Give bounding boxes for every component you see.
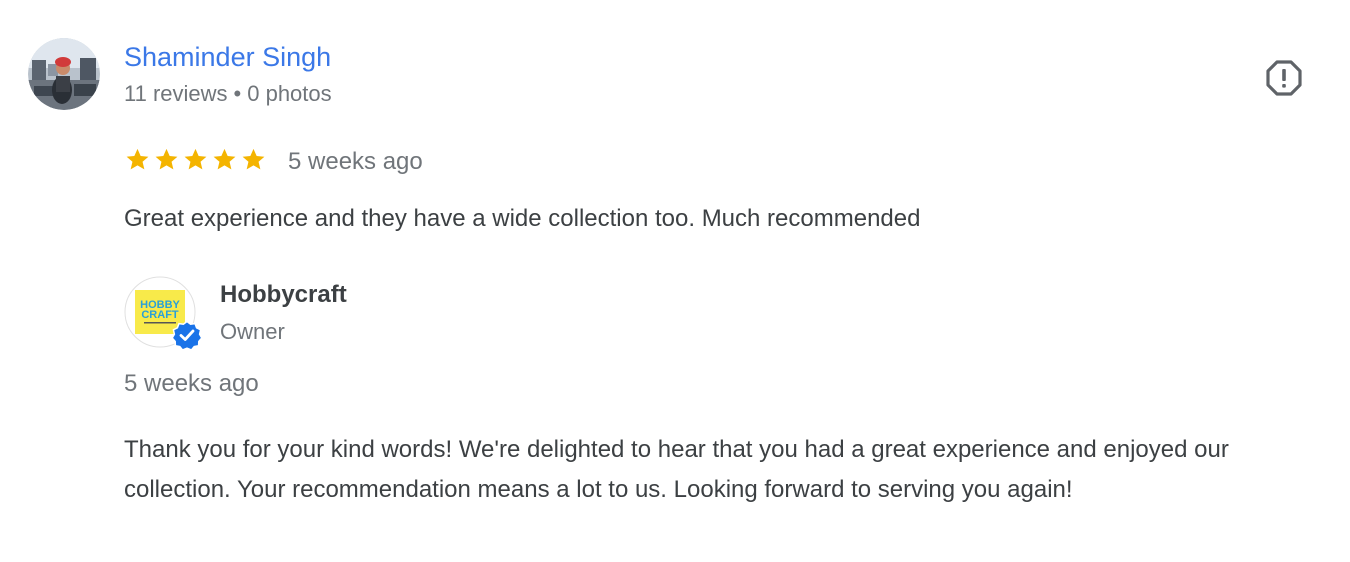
reviewer-meta: 11 reviews • 0 photos bbox=[124, 81, 332, 107]
verified-badge-icon bbox=[172, 320, 202, 350]
owner-name: Hobbycraft bbox=[220, 281, 347, 308]
meta-separator: • bbox=[233, 81, 242, 106]
photos-count: 0 photos bbox=[247, 81, 332, 106]
star-icon bbox=[242, 148, 265, 170]
report-review-button[interactable] bbox=[1264, 58, 1304, 98]
review-text: Great experience and they have a wide co… bbox=[124, 205, 921, 232]
reviewer-avatar[interactable] bbox=[28, 38, 100, 110]
star-icon bbox=[213, 148, 236, 170]
reviewer-name-link[interactable]: Shaminder Singh bbox=[124, 42, 331, 73]
star-icon bbox=[184, 148, 207, 170]
owner-role: Owner bbox=[220, 319, 285, 344]
reviews-count: 11 reviews bbox=[124, 81, 228, 106]
star-rating bbox=[124, 146, 267, 173]
review-card: Shaminder Singh 11 reviews • 0 photos 5 we… bbox=[0, 0, 1350, 562]
avatar-photo-icon bbox=[28, 38, 100, 110]
owner-logo[interactable]: HOBBY CRAFT bbox=[124, 276, 202, 350]
reply-text: Thank you for your kind words! We're del… bbox=[124, 436, 1229, 503]
report-flag-icon bbox=[1266, 60, 1302, 96]
star-icon bbox=[155, 148, 178, 170]
review-time: 5 weeks ago bbox=[288, 148, 423, 175]
star-icon bbox=[126, 148, 149, 170]
reply-time: 5 weeks ago bbox=[124, 370, 259, 397]
